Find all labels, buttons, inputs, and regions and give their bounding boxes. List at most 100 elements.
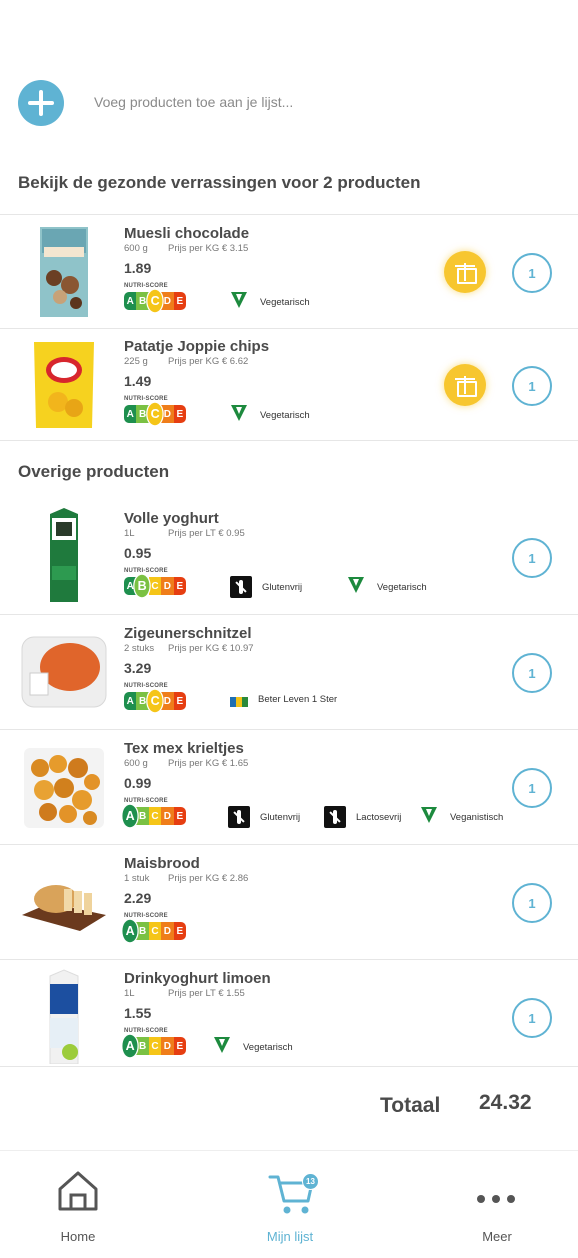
nutri-score-label: NUTRI-SCORE	[124, 1028, 168, 1034]
quantity-button[interactable]: 1	[512, 538, 552, 578]
tab-more[interactable]: Meer	[437, 1169, 557, 1249]
product-name: Drinkyoghurt limoen	[124, 970, 271, 987]
vega-icon	[211, 1036, 233, 1058]
lactose-free-icon	[324, 806, 346, 828]
vega-icon	[228, 291, 250, 313]
tag-label: Vegetarisch	[260, 296, 310, 308]
tab-more-label: Meer	[482, 1229, 512, 1244]
product-price: 1.89	[124, 260, 152, 276]
nutri-score: NUTRI-SCORE A B C D E	[122, 913, 187, 943]
nutri-score-label: NUTRI-SCORE	[124, 396, 168, 402]
product-tag: Glutenvrij	[230, 576, 302, 598]
product-price: 2.29	[124, 890, 152, 906]
nutri-a: A	[124, 292, 137, 310]
nutri-score: NUTRI-SCORE A B C D E	[124, 683, 187, 713]
home-icon	[58, 1171, 98, 1211]
nutri-e: E	[173, 692, 187, 710]
divider	[0, 1066, 578, 1067]
product-price: 1.55	[124, 1005, 152, 1021]
nutri-score: NUTRI-SCORE A B C D E	[124, 396, 187, 426]
quantity-button[interactable]: 1	[512, 998, 552, 1038]
nutri-score: NUTRI-SCORE A B C D E	[124, 568, 187, 598]
product-unit-price: Prijs per KG € 2.86	[168, 873, 249, 884]
product-quantity: 225 g	[124, 356, 148, 367]
total-label: Totaal	[380, 1094, 441, 1117]
gift-icon[interactable]	[444, 251, 486, 293]
product-image-schnitzel	[21, 636, 107, 708]
product-quantity: 600 g	[124, 243, 148, 254]
tag-label: Vegetarisch	[260, 409, 310, 421]
tab-my-list[interactable]: 13 Mijn lijst	[230, 1169, 350, 1249]
quantity-button[interactable]: 1	[512, 883, 552, 923]
nutri-e: E	[173, 1037, 187, 1055]
list-item[interactable]: Zigeunerschnitzel 2 stuks Prijs per KG €…	[0, 615, 578, 729]
divider	[0, 440, 578, 441]
product-quantity: 600 g	[124, 758, 148, 769]
nutri-a: A	[124, 405, 137, 423]
nutri-score-label: NUTRI-SCORE	[124, 798, 168, 804]
beter-leven-icon	[230, 697, 248, 707]
list-item[interactable]: Muesli chocolade 600 g Prijs per KG € 3.…	[0, 215, 578, 329]
product-name: Zigeunerschnitzel	[124, 625, 252, 642]
nutri-d: D	[161, 577, 174, 595]
tag-label: Veganistisch	[450, 811, 504, 823]
product-image-drinkyoghurt	[49, 969, 79, 1064]
add-products-placeholder[interactable]: Voeg producten toe aan je lijst...	[94, 94, 293, 110]
product-price: 3.29	[124, 660, 152, 676]
nutri-b: B	[136, 1037, 149, 1055]
product-name: Patatje Joppie chips	[124, 338, 270, 355]
bottom-tab-bar: Home 13 Mijn lijst Meer	[0, 1150, 578, 1258]
product-name: Volle yoghurt	[124, 510, 219, 527]
other-section-title: Overige producten	[18, 462, 170, 481]
quantity-button[interactable]: 1	[512, 768, 552, 808]
nutri-e: E	[173, 922, 187, 940]
list-item[interactable]: Patatje Joppie chips 225 g Prijs per KG …	[0, 328, 578, 442]
product-unit-price: Prijs per KG € 1.65	[168, 758, 249, 769]
nutri-d: D	[161, 692, 174, 710]
product-quantity: 1 stuk	[124, 873, 150, 884]
nutri-d: D	[161, 922, 174, 940]
nutri-c: C	[148, 1037, 162, 1055]
nutri-c: C	[148, 577, 162, 595]
add-products-row[interactable]: Voeg producten toe aan je lijst...	[0, 78, 578, 130]
nutri-c: C	[148, 807, 162, 825]
nutri-c: C	[148, 922, 162, 940]
gluten-free-icon	[228, 806, 250, 828]
nutri-e: E	[173, 405, 187, 423]
cart-count-badge: 13	[302, 1173, 319, 1190]
product-tag: Vegetarisch	[228, 291, 310, 313]
list-item[interactable]: Volle yoghurt 1L Prijs per LT € 0.95 0.9…	[0, 500, 578, 614]
surprises-section-title: Bekijk de gezonde verrassingen voor 2 pr…	[18, 173, 421, 192]
add-icon[interactable]	[18, 80, 64, 126]
nutri-d: D	[161, 807, 174, 825]
product-quantity: 1L	[124, 528, 135, 539]
quantity-button[interactable]: 1	[512, 366, 552, 406]
product-tag: Glutenvrij	[228, 806, 300, 828]
nutri-d: D	[161, 292, 174, 310]
nutri-score-label: NUTRI-SCORE	[124, 568, 168, 574]
product-name: Maisbrood	[124, 855, 200, 872]
vega-icon	[345, 576, 367, 598]
product-unit-price: Prijs per KG € 3.15	[168, 243, 249, 254]
nutri-score-label: NUTRI-SCORE	[124, 283, 168, 289]
product-unit-price: Prijs per KG € 10.97	[168, 643, 254, 654]
vega-icon	[228, 404, 250, 426]
quantity-button[interactable]: 1	[512, 653, 552, 693]
gift-icon[interactable]	[444, 364, 486, 406]
nutri-d: D	[161, 405, 174, 423]
product-image-krieltjes	[24, 748, 104, 828]
nutri-e: E	[173, 292, 187, 310]
product-tag: Vegetarisch	[211, 1036, 293, 1058]
nutri-a: A	[124, 692, 137, 710]
list-item[interactable]: Maisbrood 1 stuk Prijs per KG € 2.86 2.2…	[0, 845, 578, 959]
product-name: Tex mex krieltjes	[124, 740, 244, 757]
product-tag: Vegetarisch	[345, 576, 427, 598]
tag-label: Vegetarisch	[243, 1041, 293, 1053]
quantity-button[interactable]: 1	[512, 253, 552, 293]
tab-my-list-label: Mijn lijst	[266, 1229, 314, 1244]
tab-home[interactable]: Home	[18, 1169, 138, 1249]
list-item[interactable]: Drinkyoghurt limoen 1L Prijs per LT € 1.…	[0, 960, 578, 1074]
nutri-b: B	[136, 807, 149, 825]
list-item[interactable]: Tex mex krieltjes 600 g Prijs per KG € 1…	[0, 730, 578, 844]
product-price: 0.95	[124, 545, 152, 561]
